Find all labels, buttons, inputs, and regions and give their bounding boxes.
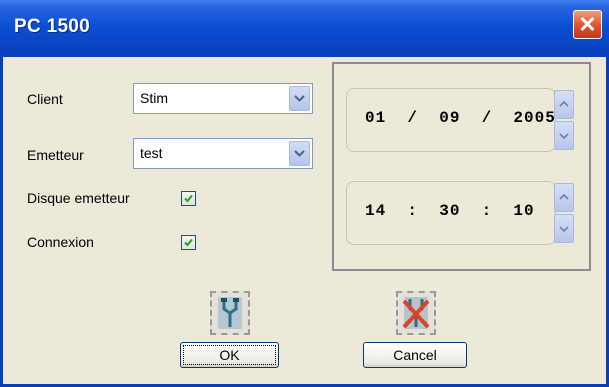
chevron-up-icon <box>559 100 569 107</box>
time-field[interactable]: 14 : 30 : 10 <box>346 181 556 245</box>
date-spinner[interactable] <box>554 90 574 150</box>
time-spinner[interactable] <box>554 183 574 243</box>
time-spin-down-button[interactable] <box>554 214 574 243</box>
time-spin-up-button[interactable] <box>554 183 574 212</box>
chevron-down-icon <box>294 95 305 102</box>
emetteur-label: Emetteur <box>27 147 84 163</box>
connect-plug-icon <box>218 297 242 329</box>
date-spin-down-button[interactable] <box>554 121 574 150</box>
date-field[interactable]: 01 / 09 / 2005 <box>346 88 556 152</box>
disque-emetteur-checkbox[interactable] <box>181 191 196 206</box>
datetime-panel: 01 / 09 / 2005 14 : 30 : 10 <box>332 62 591 271</box>
close-icon: ✕ <box>578 12 597 37</box>
emetteur-value: test <box>140 145 163 161</box>
connect-icon-frame <box>210 291 250 335</box>
client-select[interactable]: Stim <box>133 83 313 114</box>
chevron-down-icon <box>559 226 569 233</box>
title-bar[interactable]: PC 1500 ✕ <box>0 0 609 57</box>
check-icon <box>184 194 193 203</box>
connexion-checkbox[interactable] <box>181 235 196 250</box>
client-label: Client <box>27 91 63 107</box>
window-title: PC 1500 <box>14 16 91 37</box>
chevron-down-icon <box>559 133 569 140</box>
date-spin-up-button[interactable] <box>554 90 574 119</box>
date-value: 01 / 09 / 2005 <box>365 109 556 127</box>
client-value: Stim <box>140 90 168 106</box>
client-dropdown-button[interactable] <box>289 86 310 111</box>
dialog-window: PC 1500 ✕ Client Stim Emetteur test Disq… <box>0 0 609 387</box>
disconnect-plug-icon <box>402 297 430 329</box>
disque-emetteur-label: Disque emetteur <box>27 190 130 206</box>
connexion-label: Connexion <box>27 234 94 250</box>
emetteur-select[interactable]: test <box>133 138 313 169</box>
chevron-up-icon <box>559 193 569 200</box>
ok-button[interactable]: OK <box>180 342 279 368</box>
check-icon <box>184 238 193 247</box>
close-button[interactable]: ✕ <box>573 10 602 39</box>
cancel-button[interactable]: Cancel <box>363 342 467 368</box>
emetteur-dropdown-button[interactable] <box>289 141 310 166</box>
time-value: 14 : 30 : 10 <box>365 202 535 220</box>
chevron-down-icon <box>294 150 305 157</box>
disconnect-icon-frame <box>396 291 436 335</box>
